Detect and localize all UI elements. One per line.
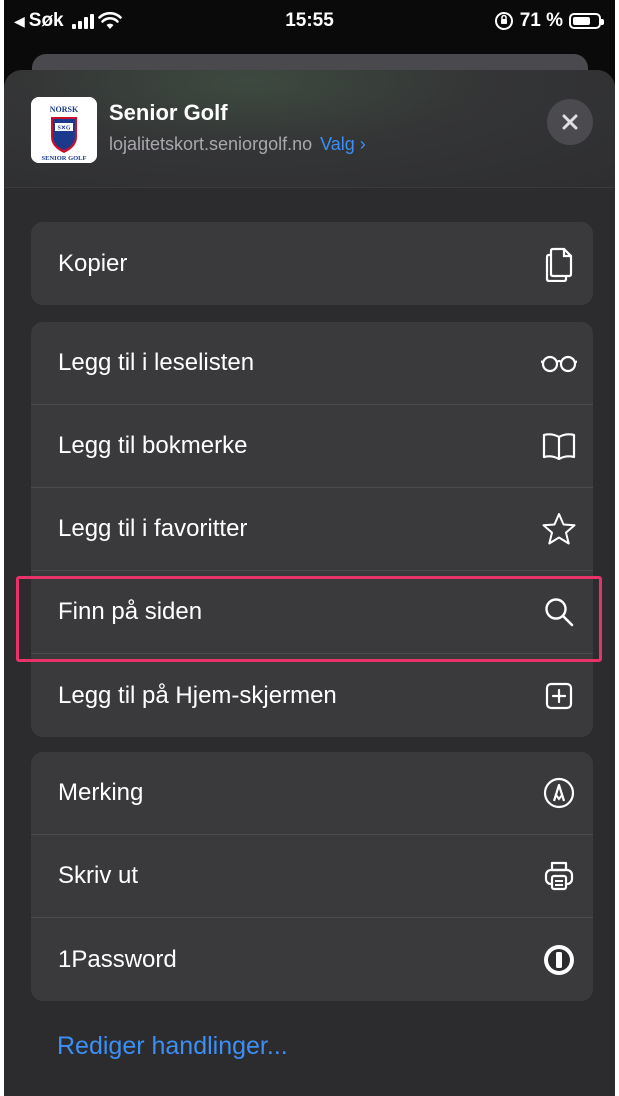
screen: ◀ Søk 15:55 71 % S✕G NORSK SENIOR GOLF S… — [4, 0, 615, 1096]
svg-text:NORSK: NORSK — [50, 105, 79, 114]
action-label: Legg til bokmerke — [58, 432, 248, 459]
action-favorites[interactable]: Legg til i favoritter — [31, 488, 593, 571]
action-label: Legg til på Hjem-skjermen — [58, 681, 337, 709]
copy-icon — [541, 246, 577, 282]
book-icon — [541, 428, 577, 464]
status-right: 71 % — [494, 10, 604, 32]
action-label: Legg til i leselisten — [58, 349, 255, 376]
highlight-box — [16, 576, 602, 662]
svg-text:SENIOR GOLF: SENIOR GOLF — [42, 155, 87, 162]
battery-percent: 71 % — [519, 10, 563, 31]
site-subtitle: lojalitetskort.seniorgolf.no Valg › — [109, 134, 366, 155]
status-bar: ◀ Søk 15:55 71 % — [4, 0, 615, 44]
site-domain: lojalitetskort.seniorgolf.no — [109, 134, 313, 154]
close-icon — [562, 114, 578, 130]
action-label: Kopier — [58, 249, 128, 277]
star-icon — [541, 511, 577, 547]
orientation-lock-icon — [494, 12, 513, 30]
senior-golf-logo: S✕G NORSK SENIOR GOLF — [31, 97, 97, 163]
action-group-tools: Merking Skriv ut 1Password — [31, 752, 593, 1001]
action-print[interactable]: Skriv ut — [31, 835, 593, 918]
action-reading-list[interactable]: Legg til i leselisten — [31, 322, 593, 405]
markup-icon — [541, 775, 577, 811]
action-add-to-home-screen[interactable]: Legg til på Hjem-skjermen — [31, 654, 593, 737]
action-label: 1Password — [58, 945, 177, 973]
site-title: Senior Golf — [109, 100, 228, 125]
action-bookmark[interactable]: Legg til bokmerke — [31, 405, 593, 488]
action-label: Skriv ut — [58, 862, 139, 889]
action-label: Legg til i favoritter — [58, 515, 248, 542]
1password-icon — [541, 942, 577, 978]
action-1password[interactable]: 1Password — [31, 918, 593, 1001]
svg-text:S✕G: S✕G — [57, 125, 70, 132]
glasses-icon — [541, 345, 577, 381]
edit-actions-link[interactable]: Rediger handlinger... — [57, 1032, 288, 1061]
share-sheet-header: S✕G NORSK SENIOR GOLF Senior Golf lojali… — [4, 70, 615, 188]
action-group-page: Legg til i leselisten Legg til bokmerke — [31, 322, 593, 737]
add-square-icon — [541, 678, 577, 714]
action-group-copy: Kopier — [31, 222, 593, 305]
action-label: Merking — [58, 779, 144, 806]
action-markup[interactable]: Merking — [31, 752, 593, 835]
options-link[interactable]: Valg › — [320, 134, 366, 154]
close-button[interactable] — [547, 99, 593, 145]
action-copy[interactable]: Kopier — [31, 222, 593, 305]
print-icon — [541, 858, 577, 894]
battery-icon — [569, 13, 604, 29]
